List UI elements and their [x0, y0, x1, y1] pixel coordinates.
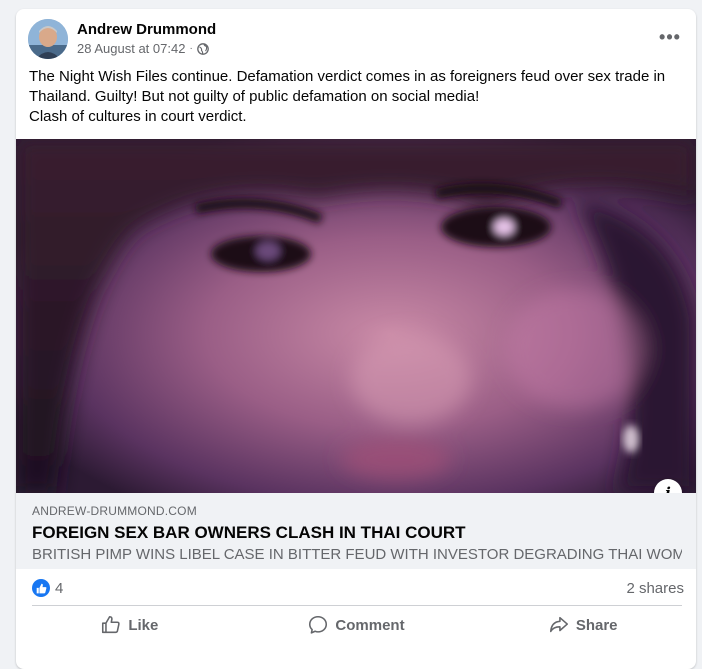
post-actions: Like Comment Share — [16, 609, 696, 641]
link-preview[interactable]: ANDREW-DRUMMOND.COM FOREIGN SEX BAR OWNE… — [16, 493, 696, 569]
comment-button[interactable]: Comment — [243, 609, 470, 641]
post-header: Andrew Drummond 28 August at 07:42 · ••• — [16, 9, 696, 67]
post-card: Andrew Drummond 28 August at 07:42 · •••… — [16, 9, 696, 669]
share-label: Share — [575, 616, 618, 634]
globe-icon — [196, 42, 209, 55]
post-text: The Night Wish Files continue. Defamatio… — [29, 67, 679, 127]
avatar[interactable] — [28, 19, 68, 59]
shares-count[interactable]: 2 shares — [626, 580, 684, 597]
link-preview-image[interactable] — [16, 139, 696, 493]
more-icon: ••• — [659, 26, 681, 47]
post-text-line: Clash of cultures in court verdict. — [29, 108, 247, 125]
post-meta: 28 August at 07:42 · — [77, 41, 209, 56]
post-timestamp[interactable]: 28 August at 07:42 — [77, 41, 185, 56]
comment-icon — [309, 615, 328, 634]
like-icon[interactable] — [32, 579, 50, 597]
link-domain: ANDREW-DRUMMOND.COM — [32, 504, 197, 518]
meta-separator: · — [189, 43, 193, 54]
link-title[interactable]: FOREIGN SEX BAR OWNERS CLASH IN THAI COU… — [32, 523, 466, 543]
comment-label: Comment — [335, 616, 405, 634]
thumbs-up-icon — [102, 615, 120, 634]
post-stats: 4 2 shares — [16, 569, 696, 605]
post-text-line: The Night Wish Files continue. Defamatio… — [29, 68, 666, 85]
actions-divider — [32, 605, 682, 606]
like-label: Like — [128, 616, 159, 634]
reaction-count[interactable]: 4 — [55, 580, 63, 597]
share-button[interactable]: Share — [469, 609, 696, 641]
more-options-button[interactable]: ••• — [658, 27, 682, 47]
post-text-line: Thailand. Guilty! But not guilty of publ… — [29, 88, 480, 105]
share-icon — [549, 616, 568, 633]
link-description: BRITISH PIMP WINS LIBEL CASE IN BITTER F… — [32, 546, 682, 563]
like-button[interactable]: Like — [16, 609, 243, 641]
author-name[interactable]: Andrew Drummond — [77, 21, 216, 38]
